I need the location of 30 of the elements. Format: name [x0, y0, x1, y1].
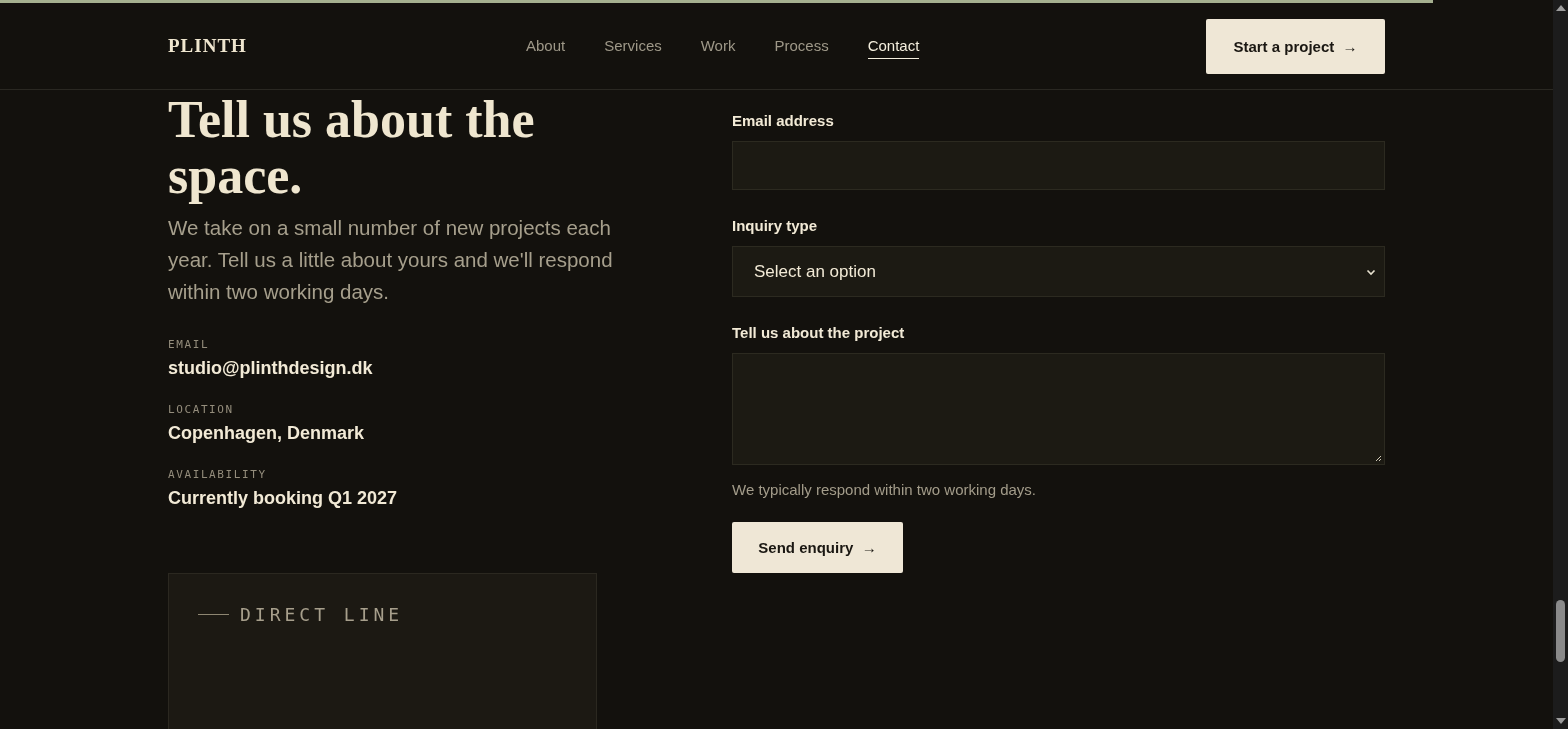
start-project-button[interactable]: Start a project →: [1206, 18, 1385, 74]
nav-link[interactable]: Work: [700, 33, 736, 59]
field-label: Email address: [732, 112, 835, 130]
detail-label: LOCATION: [168, 403, 235, 416]
scroll-up-icon[interactable]: [1556, 5, 1566, 11]
send-enquiry-button[interactable]: Send enquiry →: [732, 522, 903, 573]
field-label: Tell us about the project: [732, 324, 906, 342]
message-field[interactable]: [732, 353, 1385, 465]
field-label: Inquiry type: [732, 217, 818, 235]
resize-handle-icon[interactable]: [1374, 454, 1382, 462]
detail-value: studio@plinthdesign.dk: [168, 357, 374, 379]
card-title: DIRECT LINE: [240, 604, 404, 625]
detail-label: EMAIL: [168, 338, 211, 351]
intro-text: We take on a small number of new projects each year. Tell us a little about yours and we'll respond within two working days.: [168, 215, 614, 305]
nav-link[interactable]: Process: [774, 33, 829, 59]
detail-label: AVAILABILITY: [168, 468, 268, 481]
form-hint: We typically respond within two working days.: [732, 481, 1038, 498]
rule-line: [198, 614, 229, 615]
scroll-down-icon[interactable]: [1556, 718, 1566, 724]
select-field[interactable]: Select an option: [732, 246, 1385, 297]
nav-link[interactable]: Contact: [867, 33, 920, 59]
page-heading: Tell us about the space.: [168, 92, 536, 204]
scrollbar-thumb[interactable]: [1556, 600, 1565, 662]
nav-link[interactable]: Services: [604, 33, 662, 59]
scrollbar[interactable]: [1553, 0, 1568, 729]
detail-value: Currently booking Q1 2027: [168, 487, 399, 509]
detail-value: Copenhagen, Denmark: [168, 422, 366, 444]
logo[interactable]: PLINTH: [168, 35, 526, 57]
email-field[interactable]: [732, 141, 1385, 190]
nav-link[interactable]: About: [526, 33, 566, 59]
